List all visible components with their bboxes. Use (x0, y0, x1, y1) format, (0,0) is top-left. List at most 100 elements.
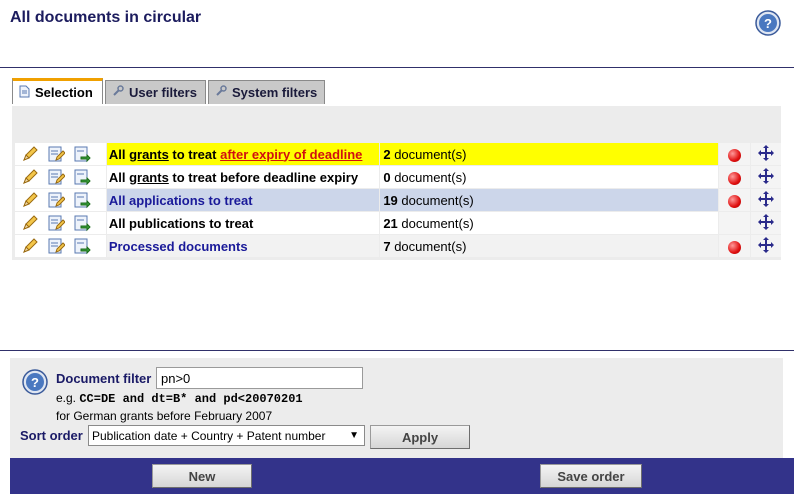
tab-user-filters[interactable]: User filters (105, 80, 206, 104)
document-count-unit: document(s) (401, 215, 474, 231)
svg-text:?: ? (31, 375, 39, 390)
apply-button[interactable]: Apply (370, 425, 470, 449)
document-count: 19 document(s) (380, 189, 719, 211)
circular-name[interactable]: All grants to treat before deadline expi… (106, 166, 380, 188)
edit-document-icon[interactable] (47, 214, 67, 232)
status-cell (719, 166, 750, 188)
circular-name-part: grants (129, 146, 169, 162)
circular-name-part: to treat (168, 146, 221, 162)
row-actions (15, 189, 106, 211)
document-count-unit: document(s) (394, 146, 467, 162)
sort-order-label: Sort order (20, 428, 83, 443)
tab-label: User filters (129, 85, 197, 100)
document-count-unit: document(s) (394, 238, 467, 254)
circular-name-text: All publications to treat (108, 215, 254, 231)
wrench-icon (215, 85, 227, 100)
circular-row[interactable]: All grants to treat before deadline expi… (15, 166, 781, 188)
status-cell (719, 143, 750, 165)
move-icon[interactable] (757, 236, 775, 257)
circular-name-part: after expiry of deadline (220, 146, 363, 162)
document-count: 7 document(s) (380, 235, 719, 257)
document-count-value: 2 (383, 146, 391, 162)
row-actions (15, 235, 106, 257)
chevron-down-icon: ▼ (349, 430, 359, 441)
document-count-value: 21 (383, 215, 398, 231)
circular-row[interactable]: Processed documents 7 document(s) (15, 235, 781, 257)
tab-system-filters[interactable]: System filters (208, 80, 325, 104)
circular-name-part: grants (129, 169, 169, 185)
document-count-value: 7 (383, 238, 391, 254)
red-status-icon[interactable] (728, 240, 742, 254)
open-document-icon[interactable] (73, 214, 93, 232)
circular-name-text: Processed documents (108, 238, 248, 254)
sort-order-select[interactable]: Publication date + Country + Patent numb… (88, 425, 365, 446)
filter-help-icon[interactable]: ? (22, 369, 48, 398)
tab-selection[interactable]: Selection (12, 78, 103, 104)
circular-name[interactable]: All publications to treat (106, 212, 380, 234)
move-cell (750, 189, 781, 211)
move-cell (750, 235, 781, 257)
move-icon[interactable] (757, 190, 775, 211)
red-status-icon[interactable] (728, 194, 742, 208)
row-actions (15, 166, 106, 188)
sort-order-value: Publication date + Country + Patent numb… (92, 428, 326, 443)
open-document-icon[interactable] (73, 145, 93, 163)
document-count-unit: document(s) (394, 169, 467, 185)
move-cell (750, 143, 781, 165)
filter-example-prefix: e.g. (56, 391, 80, 405)
tab-label: Selection (35, 85, 93, 100)
new-button[interactable]: New (152, 464, 252, 488)
circular-name[interactable]: Processed documents (106, 235, 380, 257)
pencil-icon[interactable] (21, 168, 41, 186)
circular-row[interactable]: All publications to treat 21 document(s) (15, 212, 781, 234)
document-icon (19, 85, 30, 101)
row-actions (15, 212, 106, 234)
move-icon[interactable] (757, 213, 775, 234)
circular-name[interactable]: All grants to treat after expiry of dead… (106, 143, 380, 165)
wrench-icon (112, 85, 124, 100)
row-actions (15, 143, 106, 165)
document-count: 21 document(s) (380, 212, 719, 234)
filter-hint: for German grants before February 2007 (56, 409, 273, 423)
pencil-icon[interactable] (21, 145, 41, 163)
filter-example: e.g. CC=DE and dt=B* and pd<20070201 (56, 391, 303, 406)
filter-example-code: CC=DE and dt=B* and pd<20070201 (79, 392, 303, 406)
status-cell (719, 189, 750, 211)
bottom-action-bar (10, 458, 794, 494)
document-count-value: 0 (383, 169, 391, 185)
move-icon[interactable] (757, 144, 775, 165)
page-title: All documents in circular (10, 9, 202, 26)
edit-document-icon[interactable] (47, 145, 67, 163)
move-cell (750, 212, 781, 234)
document-count-value: 19 (383, 192, 398, 208)
edit-document-icon[interactable] (47, 237, 67, 255)
header-divider (0, 67, 794, 68)
tab-label: System filters (232, 85, 318, 100)
red-status-icon[interactable] (728, 171, 742, 185)
move-cell (750, 166, 781, 188)
document-filter-input[interactable] (156, 367, 363, 389)
pencil-icon[interactable] (21, 191, 41, 209)
open-document-icon[interactable] (73, 191, 93, 209)
open-document-icon[interactable] (73, 237, 93, 255)
edit-document-icon[interactable] (47, 168, 67, 186)
move-icon[interactable] (757, 167, 775, 188)
edit-document-icon[interactable] (47, 191, 67, 209)
status-cell (719, 212, 750, 234)
circular-name-text: All applications to treat (108, 192, 253, 208)
help-icon[interactable]: ? (755, 10, 781, 39)
red-status-icon[interactable] (728, 148, 742, 162)
svg-text:?: ? (764, 16, 772, 31)
circular-row[interactable]: All applications to treat 19 document(s) (15, 189, 781, 211)
document-count: 2 document(s) (380, 143, 719, 165)
status-cell (719, 235, 750, 257)
open-document-icon[interactable] (73, 168, 93, 186)
pencil-icon[interactable] (21, 237, 41, 255)
circular-row[interactable]: All grants to treat after expiry of dead… (15, 143, 781, 165)
circular-name[interactable]: All applications to treat (106, 189, 380, 211)
tab-panel-header (12, 106, 781, 139)
document-filter-label: Document filter (56, 371, 152, 386)
circular-name-part: All (108, 169, 130, 185)
pencil-icon[interactable] (21, 214, 41, 232)
save-order-button[interactable]: Save order (540, 464, 642, 488)
